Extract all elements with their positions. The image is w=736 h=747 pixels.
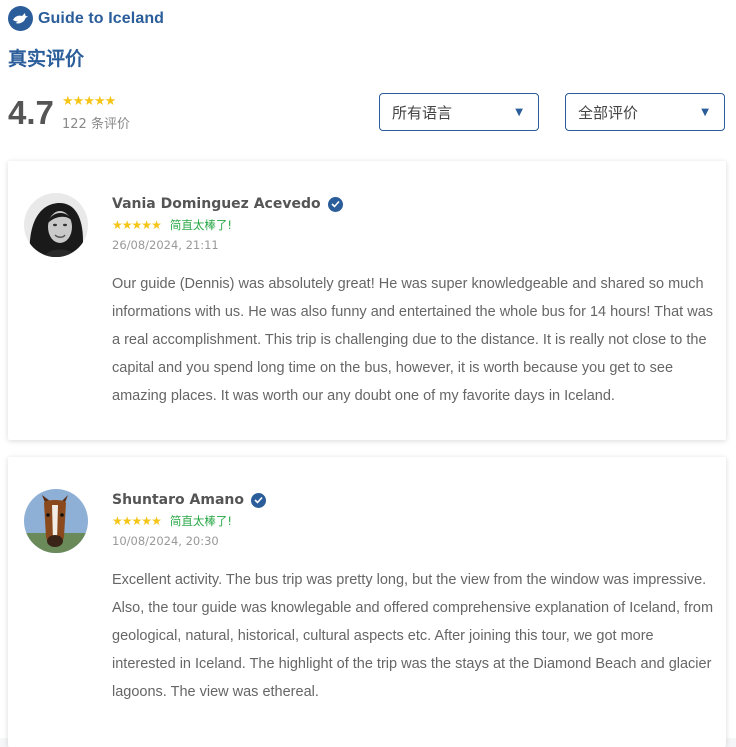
star-icon: ★ (83, 94, 95, 109)
star-icon: ★ (151, 514, 162, 528)
bird-logo-icon (8, 6, 33, 31)
language-filter-select[interactable]: 所有语言 ▼ (379, 93, 539, 131)
star-icon: ★ (112, 218, 123, 232)
review-count: 122 条评价 (62, 117, 130, 132)
star-icon: ★ (72, 94, 85, 109)
reviewer-name: Vania Dominguez Acevedo (112, 196, 321, 212)
rating-filter-select[interactable]: 全部评价 ▼ (565, 93, 725, 131)
star-icon: ★ (151, 218, 162, 232)
verified-check-icon (327, 196, 343, 212)
review-stars: ★ ★ ★ ★ ★ 简直太棒了! (112, 515, 232, 528)
average-rating-stars: ★ ★ ★ ★ ★ (62, 94, 117, 109)
review-date: 26/08/2024, 21:11 (112, 238, 219, 252)
caret-down-icon: ▼ (701, 107, 709, 118)
review-text: Excellent activity. The bus trip was pre… (112, 572, 714, 700)
star-icon: ★ (62, 94, 74, 109)
reviewer-name: Shuntaro Amano (112, 492, 244, 508)
star-icon: ★ (131, 218, 143, 232)
star-icon: ★ (121, 218, 133, 232)
brand-name: Guide to Iceland (38, 9, 165, 27)
review-rating-label: 简直太棒了! (169, 218, 232, 232)
star-icon: ★ (131, 514, 143, 528)
top-bar: Guide to Iceland (0, 0, 736, 40)
reviewer-name-row: Vania Dominguez Acevedo (112, 196, 343, 212)
section-title: 真实评价 (8, 48, 85, 70)
star-icon: ★ (93, 94, 106, 109)
verified-check-icon (250, 492, 266, 508)
reviewer-name-row: Shuntaro Amano (112, 492, 266, 508)
star-icon: ★ (112, 514, 123, 528)
star-icon: ★ (141, 514, 152, 528)
review-rating-label: 简直太棒了! (169, 514, 232, 528)
star-icon: ★ (104, 94, 117, 109)
language-filter-value: 所有语言 (392, 103, 453, 122)
review-date: 10/08/2024, 20:30 (112, 534, 219, 548)
rating-filter-value: 全部评价 (578, 103, 639, 122)
review-card: Shuntaro Amano ★ ★ ★ ★ ★ 简直太棒了! 10/08/20… (8, 457, 726, 747)
caret-down-icon: ▼ (515, 107, 523, 118)
star-icon: ★ (141, 218, 152, 232)
star-icon: ★ (121, 514, 133, 528)
review-stars: ★ ★ ★ ★ ★ 简直太棒了! (112, 219, 232, 232)
reviewer-avatar[interactable] (24, 489, 88, 553)
site-logo[interactable]: Guide to Iceland (8, 6, 164, 31)
average-rating: 4.7 (8, 94, 54, 131)
reviewer-avatar[interactable] (24, 193, 88, 257)
review-text: Our guide (Dennis) was absolutely great!… (112, 276, 714, 404)
review-card: Vania Dominguez Acevedo ★ ★ ★ ★ ★ 简直太棒了!… (8, 161, 726, 440)
